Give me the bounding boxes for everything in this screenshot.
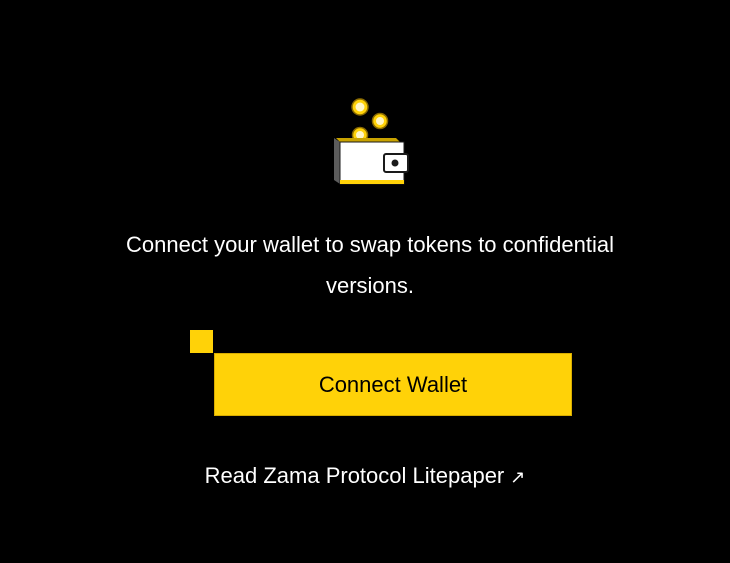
coin-icon <box>351 98 369 116</box>
read-litepaper-link[interactable]: Read Zama Protocol Litepaper ↗ <box>0 460 730 494</box>
wallet-coins-icon <box>334 98 409 185</box>
external-arrow-icon: ↗ <box>510 467 526 488</box>
button-corner-accent <box>190 330 213 353</box>
coin-icon <box>371 112 389 130</box>
connect-wallet-message: Connect your wallet to swap tokens to co… <box>126 232 614 298</box>
litepaper-link-label: Read Zama Protocol Litepaper <box>204 463 505 488</box>
connect-wallet-button[interactable]: Connect Wallet <box>214 353 572 416</box>
